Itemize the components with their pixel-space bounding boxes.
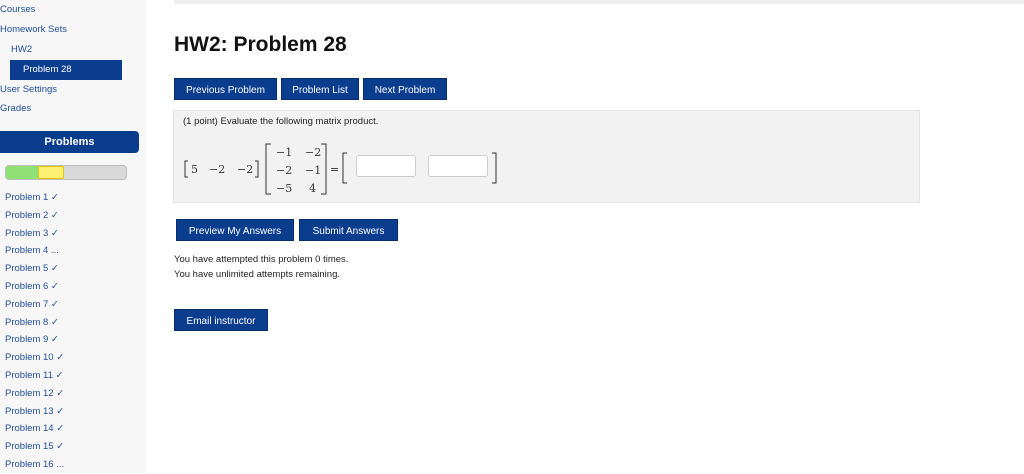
matrix-entry: −1 <box>305 164 321 177</box>
problem-list-item[interactable]: Problem 13 ✓ <box>5 403 64 421</box>
problems-header: Problems <box>0 131 139 153</box>
submit-answers-button[interactable]: Submit Answers <box>299 219 398 241</box>
row-vector-left-bracket <box>184 160 188 178</box>
next-problem-button[interactable]: Next Problem <box>363 78 447 100</box>
matrix-entry: −2 <box>305 146 321 159</box>
problem-list-item[interactable]: Problem 4 ... <box>5 242 64 260</box>
progress-partial-fill <box>38 166 64 179</box>
attempts-remaining-text: You have unlimited attempts remaining. <box>174 269 340 280</box>
nav-current-problem[interactable]: Problem 28 <box>10 60 122 80</box>
nav-grades-link[interactable]: Grades <box>0 103 31 114</box>
matrix-expression: 5 −2 −2 −1 −2 −2 −1 −5 4 = <box>184 143 497 195</box>
problem-list: Problem 1 ✓ Problem 2 ✓ Problem 3 ✓ Problem… <box>5 189 64 474</box>
problem-list-item[interactable]: Problem 2 ✓ <box>5 207 64 225</box>
matrix-right-bracket <box>321 143 327 195</box>
preview-answers-button[interactable]: Preview My Answers <box>176 219 294 241</box>
row-vector-entry: −2 <box>209 163 225 176</box>
equals-sign: = <box>330 163 339 176</box>
problem-list-item[interactable]: Problem 11 ✓ <box>5 367 64 385</box>
problem-box: (1 point) Evaluate the following matrix … <box>173 110 920 203</box>
sidebar: Courses Homework Sets HW2 Problem 28 Use… <box>0 0 146 473</box>
problem-list-item[interactable]: Problem 3 ✓ <box>5 225 64 243</box>
problem-list-button[interactable]: Problem List <box>281 78 359 100</box>
matrix-entry: 4 <box>309 182 316 195</box>
answer-input-1[interactable] <box>356 155 416 177</box>
problem-list-item[interactable]: Problem 14 ✓ <box>5 420 64 438</box>
problem-list-item[interactable]: Problem 7 ✓ <box>5 296 64 314</box>
matrix-entry: −1 <box>276 146 292 159</box>
problem-list-item[interactable]: Problem 15 ✓ <box>5 438 64 456</box>
problem-list-item[interactable]: Problem 5 ✓ <box>5 260 64 278</box>
problem-list-item[interactable]: Problem 1 ✓ <box>5 189 64 207</box>
problem-list-item[interactable]: Problem 8 ✓ <box>5 314 64 332</box>
top-bar <box>174 0 1024 4</box>
answer-left-bracket <box>342 152 347 184</box>
row-vector-entry: 5 <box>191 163 198 176</box>
problem-list-item[interactable]: Problem 9 ✓ <box>5 331 64 349</box>
problem-list-item[interactable]: Problem 16 ... <box>5 456 64 474</box>
problem-list-item[interactable]: Problem 10 ✓ <box>5 349 64 367</box>
answer-input-2[interactable] <box>428 155 488 177</box>
nav-courses-link[interactable]: Courses <box>0 4 35 15</box>
matrix-entry: −2 <box>276 164 292 177</box>
page-title: HW2: Problem 28 <box>174 33 347 56</box>
nav-homework-sets-link[interactable]: Homework Sets <box>0 24 67 35</box>
row-vector-right-bracket <box>255 160 259 178</box>
attempts-count-text: You have attempted this problem 0 times. <box>174 254 349 265</box>
answer-right-bracket <box>492 152 497 184</box>
matrix-left-bracket <box>265 143 271 195</box>
problem-list-item[interactable]: Problem 6 ✓ <box>5 278 64 296</box>
email-instructor-button[interactable]: Email instructor <box>174 309 268 331</box>
problem-list-item[interactable]: Problem 12 ✓ <box>5 385 64 403</box>
row-vector-entry: −2 <box>237 163 253 176</box>
matrix-entry: −5 <box>276 182 292 195</box>
nav-user-settings-link[interactable]: User Settings <box>0 84 57 95</box>
previous-problem-button[interactable]: Previous Problem <box>174 78 277 100</box>
nav-hw2-link[interactable]: HW2 <box>11 44 32 55</box>
progress-bar <box>5 165 127 180</box>
